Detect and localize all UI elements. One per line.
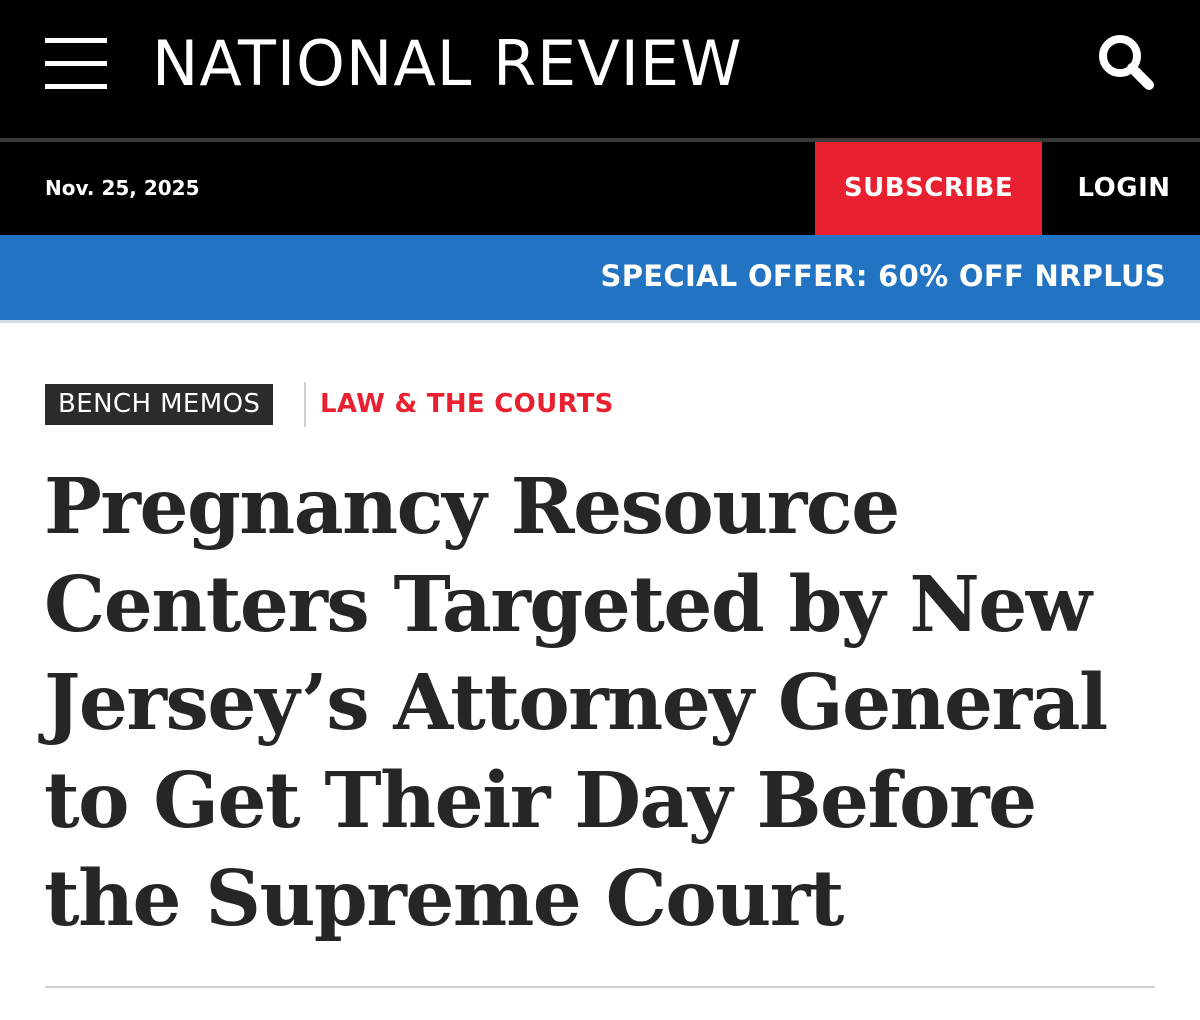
category-link-law-courts[interactable]: LAW & THE COURTS <box>320 384 614 425</box>
headline-divider <box>45 986 1155 988</box>
hamburger-menu-icon[interactable] <box>45 36 107 92</box>
login-button[interactable]: LOGIN <box>1042 142 1200 235</box>
special-offer-text[interactable]: SPECIAL OFFER: 60% OFF NRPLUS <box>601 235 1166 320</box>
current-date: Nov. 25, 2025 <box>45 176 200 200</box>
section-tag-bench-memos[interactable]: BENCH MEMOS <box>45 384 274 425</box>
top-header: NATIONAL REVIEW <box>0 0 1200 138</box>
page: NATIONAL REVIEW Nov. 25, 2025 SUBSCRIBE … <box>0 0 1200 1020</box>
subscribe-button[interactable]: SUBSCRIBE <box>815 142 1042 235</box>
site-logo[interactable]: NATIONAL REVIEW <box>152 24 742 104</box>
menu-line <box>45 61 107 66</box>
menu-line <box>45 38 107 43</box>
category-separator <box>304 382 306 427</box>
search-icon[interactable] <box>1094 30 1158 94</box>
menu-line <box>45 84 107 89</box>
article-headline: Pregnancy Resource Centers Targeted by N… <box>44 462 1108 944</box>
special-offer-banner[interactable]: SPECIAL OFFER: 60% OFF NRPLUS <box>0 235 1200 320</box>
banner-border <box>0 320 1200 323</box>
secondary-bar: Nov. 25, 2025 SUBSCRIBE LOGIN <box>0 142 1200 235</box>
